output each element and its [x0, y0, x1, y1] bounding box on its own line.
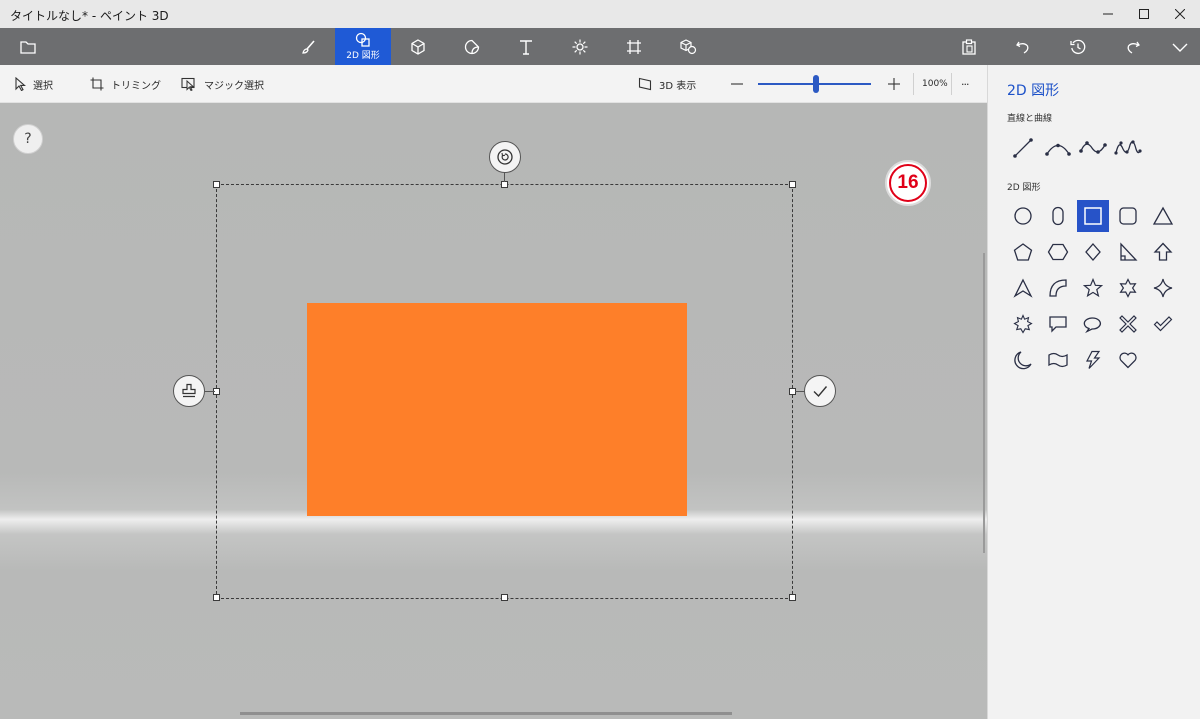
lines-heading: 直線と曲線 — [1007, 114, 1053, 124]
triangle-shape-icon[interactable] — [1147, 200, 1179, 232]
resize-handle-bottom[interactable] — [501, 594, 508, 601]
horizontal-scrollbar[interactable] — [240, 712, 732, 715]
curve-2pt-tool-icon[interactable] — [1042, 132, 1074, 164]
resize-handle-bottom-left[interactable] — [213, 594, 220, 601]
2d-shapes-panel: 2D 図形 直線と曲線 2D 図形 — [987, 65, 1200, 719]
zoom-percentage-label: 100% — [922, 79, 948, 89]
select-button[interactable]: 選択 — [14, 65, 53, 103]
resize-handle-bottom-right[interactable] — [789, 594, 796, 601]
history-icon[interactable] — [1055, 28, 1101, 65]
tab-2d-shapes-label: 2D 図形 — [346, 51, 380, 61]
select-label: 選択 — [33, 80, 53, 92]
maximize-icon[interactable] — [1132, 4, 1156, 24]
stamp-connector — [205, 391, 215, 392]
canvas-area[interactable]: ? 16 — [0, 103, 987, 719]
3d-library-icon[interactable] — [665, 28, 711, 65]
resize-handle-top[interactable] — [501, 181, 508, 188]
zoom-slider-thumb[interactable] — [813, 75, 819, 93]
window-title: タイトルなし* - ペイント 3D — [10, 9, 169, 23]
rounded-square-shape-icon[interactable] — [1112, 200, 1144, 232]
square-shape-icon[interactable] — [1077, 200, 1109, 232]
confirm-icon[interactable] — [804, 375, 836, 407]
crescent-shape-icon[interactable] — [1007, 344, 1039, 376]
folder-icon[interactable] — [5, 28, 51, 65]
divider — [913, 73, 914, 95]
3d-view-button[interactable]: 3D 表示 — [638, 65, 696, 103]
tab-2d-shapes[interactable]: 2D 図形 — [335, 28, 391, 65]
rotate-icon[interactable] — [489, 141, 521, 173]
crop-icon — [90, 77, 104, 91]
burst-shape-icon[interactable] — [1007, 308, 1039, 340]
paste-icon[interactable] — [946, 28, 992, 65]
3d-view-icon — [638, 77, 652, 91]
help-button[interactable]: ? — [13, 124, 43, 154]
arrow-up-shape-icon[interactable] — [1147, 236, 1179, 268]
right-triangle-shape-icon[interactable] — [1112, 236, 1144, 268]
curve-4pt-tool-icon[interactable] — [1112, 132, 1144, 164]
selection-box[interactable] — [216, 184, 793, 599]
hexagon-shape-icon[interactable] — [1042, 236, 1074, 268]
x-mark-shape-icon[interactable] — [1112, 308, 1144, 340]
step-number: 16 — [889, 164, 927, 202]
title-bar: タイトルなし* - ペイント 3D — [0, 0, 1200, 28]
shapes-heading: 2D 図形 — [1007, 183, 1041, 193]
cursor-icon — [15, 77, 26, 91]
redo-icon[interactable] — [1110, 28, 1156, 65]
3d-view-label: 3D 表示 — [659, 80, 697, 92]
close-icon[interactable] — [1168, 4, 1192, 24]
panel-title: 2D 図形 — [1007, 83, 1060, 99]
sub-toolbar: 選択 トリミング マジック選択 3D 表示 100% ··· — [0, 65, 987, 103]
3d-shapes-icon[interactable] — [395, 28, 441, 65]
brush-icon[interactable] — [286, 28, 332, 65]
star-4-shape-icon[interactable] — [1147, 272, 1179, 304]
stickers-icon[interactable] — [449, 28, 495, 65]
crop-label: トリミング — [111, 80, 161, 92]
plus-icon — [888, 78, 900, 90]
zoom-out-button[interactable] — [731, 65, 743, 103]
circle-shape-icon[interactable] — [1007, 200, 1039, 232]
lightning-shape-icon[interactable] — [1077, 344, 1109, 376]
zoom-in-button[interactable] — [888, 65, 900, 103]
resize-handle-top-right[interactable] — [789, 181, 796, 188]
speech-oval-shape-icon[interactable] — [1077, 308, 1109, 340]
step-number-badge: 16 — [885, 160, 931, 206]
help-label: ? — [24, 131, 32, 147]
speech-rect-shape-icon[interactable] — [1042, 308, 1074, 340]
effects-icon[interactable] — [557, 28, 603, 65]
crop-button[interactable]: トリミング — [90, 65, 161, 103]
pentagon-shape-icon[interactable] — [1007, 236, 1039, 268]
check-mark-shape-icon[interactable] — [1147, 308, 1179, 340]
rotate-connector — [504, 172, 505, 182]
magic-select-button[interactable]: マジック選択 — [181, 65, 264, 103]
star-6-shape-icon[interactable] — [1112, 272, 1144, 304]
text-icon[interactable] — [503, 28, 549, 65]
minus-icon — [731, 83, 743, 85]
undo-icon[interactable] — [1000, 28, 1046, 65]
arrowhead-shape-icon[interactable] — [1007, 272, 1039, 304]
star-5-shape-icon[interactable] — [1077, 272, 1109, 304]
divider — [951, 73, 952, 95]
capsule-shape-icon[interactable] — [1042, 200, 1074, 232]
minimize-icon[interactable] — [1096, 4, 1120, 24]
quarter-circle-shape-icon[interactable] — [1042, 272, 1074, 304]
more-icon: ··· — [961, 77, 969, 91]
diamond-shape-icon[interactable] — [1077, 236, 1109, 268]
wave-banner-shape-icon[interactable] — [1042, 344, 1074, 376]
heart-shape-icon[interactable] — [1112, 344, 1144, 376]
canvas-icon[interactable] — [611, 28, 657, 65]
vertical-scrollbar[interactable] — [983, 253, 985, 553]
magic-select-label: マジック選択 — [204, 80, 264, 92]
curve-3pt-tool-icon[interactable] — [1077, 132, 1109, 164]
zoom-percentage[interactable]: 100% — [922, 65, 948, 103]
stamp-icon[interactable] — [173, 375, 205, 407]
magic-select-icon — [181, 77, 195, 91]
main-toolbar: 2D 図形 — [0, 28, 1200, 65]
2d-shapes-icon — [355, 32, 370, 47]
line-tool-icon[interactable] — [1007, 132, 1039, 164]
resize-handle-top-left[interactable] — [213, 181, 220, 188]
expand-icon[interactable] — [1157, 28, 1200, 65]
more-button[interactable]: ··· — [961, 65, 969, 103]
